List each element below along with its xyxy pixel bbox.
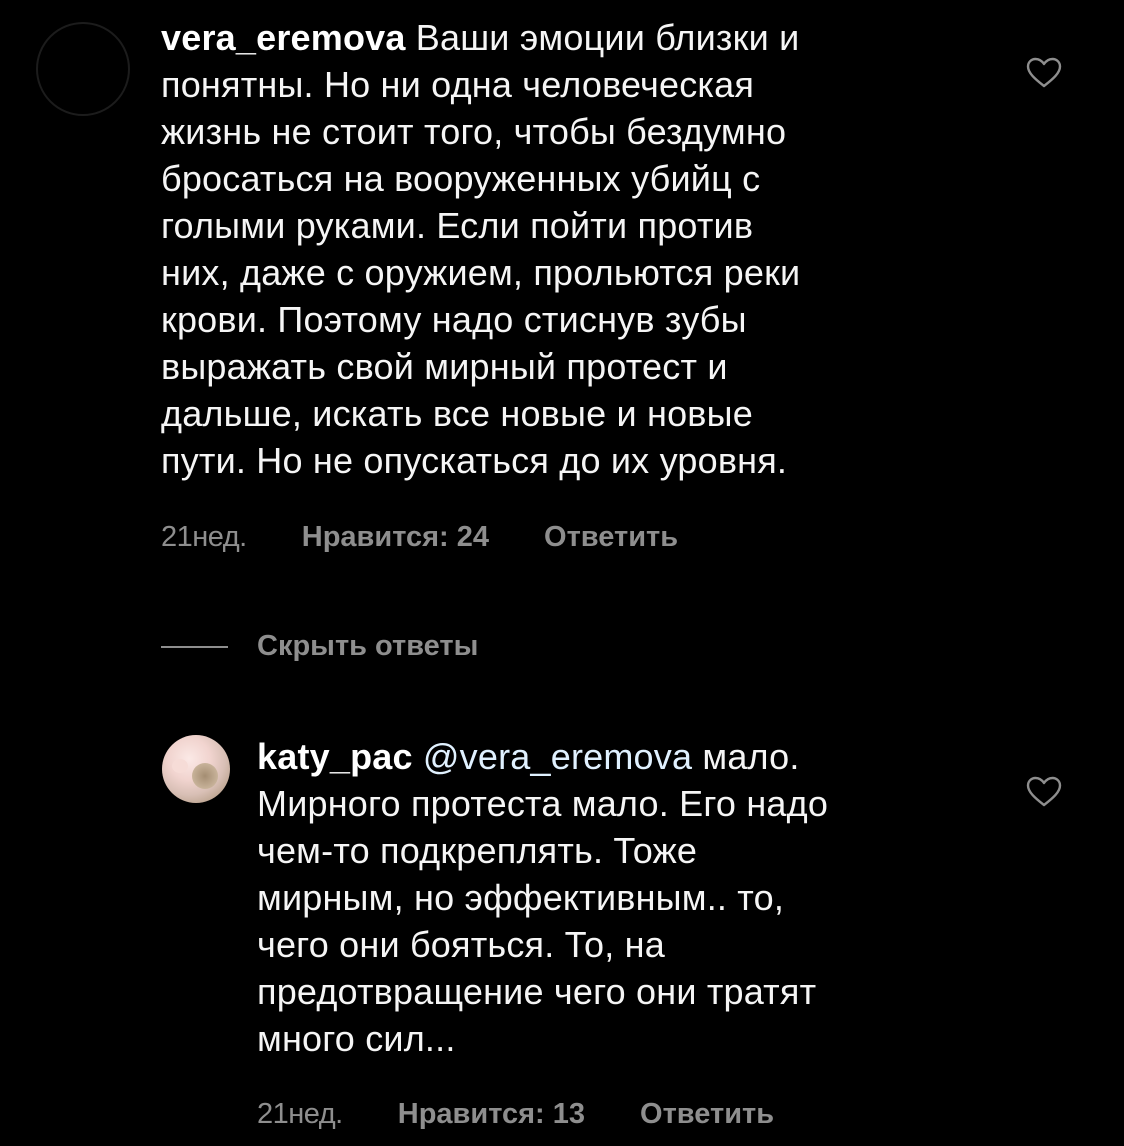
comment-body: katy_pac @vera_eremova мало. Мирного про…	[257, 733, 997, 1062]
comment-text: Ваши эмоции близки и понятны. Но ни одна…	[161, 17, 801, 481]
comment-username[interactable]: vera_eremova	[161, 17, 406, 58]
avatar-image-detail	[192, 763, 218, 789]
comment-text: мало. Мирного протеста мало. Его надо че…	[257, 736, 829, 1059]
mention-link[interactable]: @vera_eremova	[423, 736, 692, 777]
reply-button[interactable]: Ответить	[544, 521, 678, 554]
comment-timestamp: 21нед.	[161, 521, 247, 553]
avatar[interactable]	[36, 22, 130, 116]
likes-count-button[interactable]: Нравится: 24	[302, 521, 489, 554]
comment-username[interactable]: katy_pac	[257, 736, 413, 777]
comment-timestamp: 21нед.	[257, 1098, 343, 1130]
comment-body: vera_eremova Ваши эмоции близки и понятн…	[161, 14, 1011, 484]
heart-outline-icon[interactable]	[1026, 57, 1062, 89]
reply-button[interactable]: Ответить	[640, 1098, 774, 1131]
heart-outline-icon[interactable]	[1026, 776, 1062, 808]
thread-divider-line	[161, 645, 228, 648]
avatar-image-detail	[172, 759, 188, 773]
comment-meta: 21нед. Нравится: 24 Ответить	[161, 521, 678, 554]
hide-replies-label[interactable]: Скрыть ответы	[257, 630, 478, 663]
hide-replies-button[interactable]: Скрыть ответы	[161, 630, 478, 663]
likes-count-button[interactable]: Нравится: 13	[398, 1098, 585, 1131]
avatar[interactable]	[162, 735, 230, 803]
comment-meta: 21нед. Нравится: 13 Ответить	[257, 1098, 774, 1131]
